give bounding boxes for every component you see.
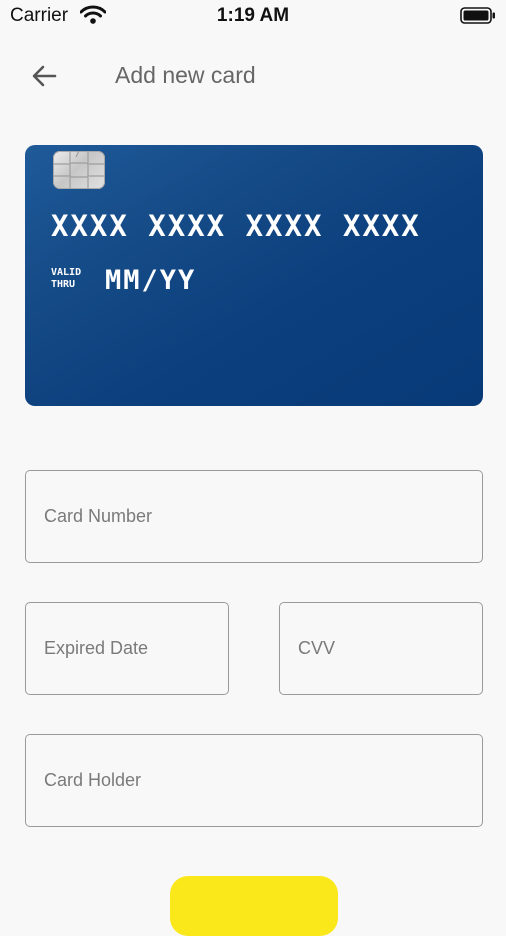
arrow-left-icon — [32, 65, 57, 87]
thru-label: THRU — [51, 279, 76, 290]
submit-button[interactable] — [170, 876, 338, 936]
cvv-input[interactable] — [280, 603, 482, 694]
chip-icon — [53, 151, 105, 189]
card-holder-input[interactable] — [26, 735, 482, 826]
back-button[interactable] — [26, 58, 62, 94]
status-bar: Carrier 1:19 AM — [0, 0, 506, 32]
card-holder-field[interactable] — [25, 734, 483, 827]
expired-date-input[interactable] — [26, 603, 228, 694]
expired-date-field[interactable] — [25, 602, 229, 695]
page-title: Add new card — [115, 62, 256, 88]
valid-label: VALID — [51, 267, 82, 278]
card-number-display: XXXX XXXX XXXX XXXX — [51, 209, 421, 243]
card-number-input[interactable] — [26, 471, 482, 562]
expiry-display: MM/YY — [105, 265, 197, 296]
card-preview: XXXX XXXX XXXX XXXX VALID THRU MM/YY — [25, 145, 483, 406]
status-time: 1:19 AM — [216, 5, 290, 26]
card-number-field[interactable] — [25, 470, 483, 563]
valid-thru-label: VALID THRU — [51, 267, 81, 291]
battery-icon — [460, 7, 495, 24]
cvv-field[interactable] — [279, 602, 483, 695]
